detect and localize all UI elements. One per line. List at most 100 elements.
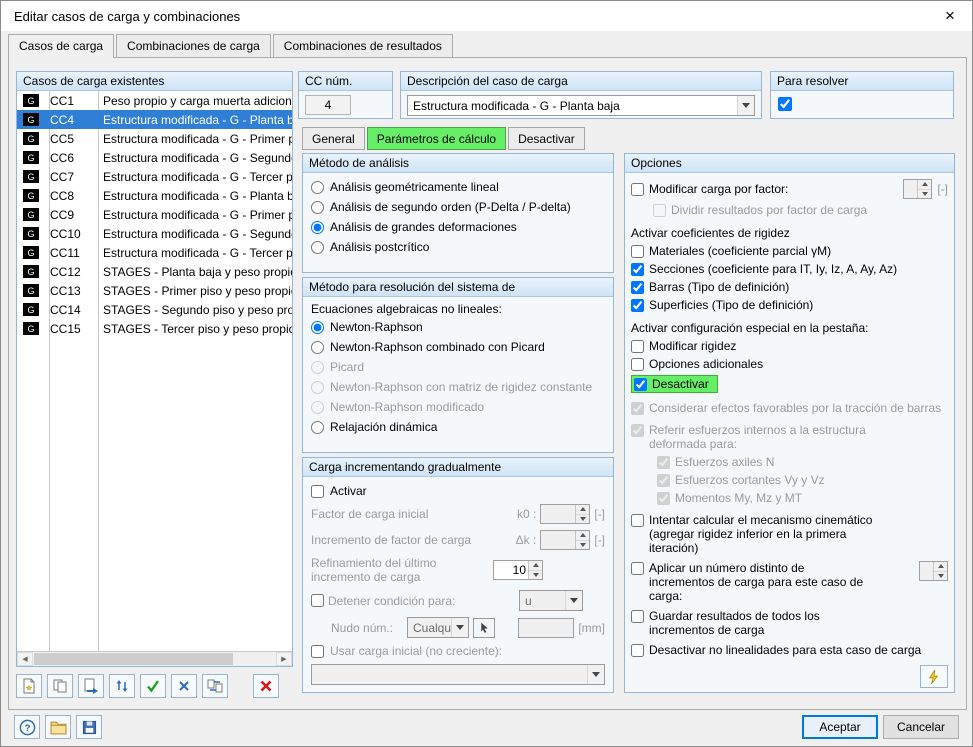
scroll-left-icon[interactable]: ◀ bbox=[17, 652, 33, 666]
load-case-row[interactable]: G CC5 Estructura modificada - G - Primer… bbox=[17, 129, 292, 148]
delete-values-button[interactable] bbox=[171, 674, 197, 698]
apply-check-button[interactable] bbox=[140, 674, 166, 698]
tab-desactivar[interactable]: Desactivar bbox=[508, 127, 585, 150]
scrollbar-track[interactable] bbox=[33, 652, 276, 666]
delete-load-case-button[interactable] bbox=[253, 674, 279, 698]
radio-button[interactable] bbox=[311, 200, 324, 214]
load-case-row[interactable]: G CC13 STAGES - Primer piso y peso propi… bbox=[17, 281, 292, 300]
spin-down-icon bbox=[576, 540, 590, 549]
analysis-method-option[interactable]: Análisis de segundo orden (P-Delta / P-d… bbox=[303, 197, 613, 217]
aplicar-incrementos-label: Aplicar un número distinto de incremento… bbox=[649, 561, 864, 603]
radio-button[interactable] bbox=[311, 220, 324, 234]
activar-row[interactable]: Activar bbox=[303, 481, 613, 501]
load-case-row[interactable]: G CC15 STAGES - Tercer piso y peso propi… bbox=[17, 319, 292, 338]
load-case-description: STAGES - Segundo piso y peso propio bbox=[103, 302, 292, 317]
scrollbar-thumb[interactable] bbox=[34, 653, 234, 665]
load-case-row[interactable]: G CC10 Estructura modificada - G - Segun… bbox=[17, 224, 292, 243]
analysis-method-option[interactable]: Análisis geométricamente lineal bbox=[303, 177, 613, 197]
save-button[interactable] bbox=[76, 715, 102, 739]
load-case-row[interactable]: G CC12 STAGES - Planta baja y peso propi… bbox=[17, 262, 292, 281]
refinamiento-input[interactable] bbox=[494, 561, 528, 579]
cancelar-button[interactable]: Cancelar bbox=[883, 715, 959, 739]
solver-method-option[interactable]: Picard bbox=[303, 357, 613, 377]
descripcion-header: Descripción del caso de carga bbox=[401, 72, 761, 91]
load-case-row[interactable]: G CC14 STAGES - Segundo piso y peso prop… bbox=[17, 300, 292, 319]
new-load-case-button[interactable] bbox=[16, 674, 42, 698]
close-button[interactable]: × bbox=[928, 1, 972, 31]
transfer-load-cases-button[interactable] bbox=[202, 674, 228, 698]
load-case-row[interactable]: G CC9 Estructura modificada - G - Primer… bbox=[17, 205, 292, 224]
barras-checkbox[interactable] bbox=[631, 281, 644, 294]
footer-bar: ? Aceptar Cancelar bbox=[1, 708, 972, 746]
inner-tabstrip: General Parámetros de cálculo Desactivar bbox=[302, 127, 587, 150]
secciones-checkbox[interactable] bbox=[631, 263, 644, 276]
materiales-label: Materiales (coeficiente parcial γM) bbox=[649, 244, 832, 258]
usar-carga-row[interactable]: Usar carga inicial (no creciente): bbox=[303, 641, 613, 661]
aplicar-incrementos-checkbox[interactable] bbox=[631, 562, 644, 575]
aceptar-button[interactable]: Aceptar bbox=[802, 715, 878, 739]
open-button[interactable] bbox=[45, 715, 71, 739]
factor-inicial-unit: [-] bbox=[594, 507, 605, 521]
radio-button[interactable] bbox=[311, 420, 324, 434]
spin-down-icon bbox=[934, 571, 947, 580]
radio-button[interactable] bbox=[311, 340, 324, 354]
materiales-checkbox[interactable] bbox=[631, 245, 644, 258]
desactivar-checkbox[interactable] bbox=[634, 378, 647, 391]
analysis-method-option[interactable]: Análisis de grandes deformaciones bbox=[303, 217, 613, 237]
copy-load-case-button[interactable] bbox=[47, 674, 73, 698]
spin-down-icon[interactable] bbox=[529, 570, 542, 579]
calculation-parameters-button[interactable] bbox=[920, 665, 948, 688]
activar-checkbox[interactable] bbox=[311, 484, 324, 498]
solver-method-option[interactable]: Newton-Raphson combinado con Picard bbox=[303, 337, 613, 357]
pick-node-button[interactable] bbox=[473, 617, 495, 638]
para-resolver-checkbox[interactable] bbox=[778, 97, 792, 111]
opciones-adicionales-checkbox[interactable] bbox=[631, 358, 644, 371]
horizontal-scrollbar[interactable]: ◀ ▶ bbox=[17, 651, 292, 666]
chevron-down-icon[interactable] bbox=[737, 96, 754, 115]
scroll-right-icon[interactable]: ▶ bbox=[276, 652, 292, 666]
desactivar-no-linealidades-checkbox[interactable] bbox=[631, 644, 644, 657]
tab-general[interactable]: General bbox=[302, 127, 365, 150]
load-case-id: CC15 bbox=[50, 321, 81, 336]
modificar-rigidez-checkbox[interactable] bbox=[631, 340, 644, 353]
edit-load-case-button[interactable] bbox=[78, 674, 104, 698]
analysis-method-option[interactable]: Análisis postcrítico bbox=[303, 237, 613, 257]
load-case-type-icon: G bbox=[23, 322, 39, 335]
momentos-label: Momentos My, Mz y MT bbox=[675, 491, 803, 505]
detener-combobox: u bbox=[519, 590, 583, 611]
tab-parametros-de-calculo[interactable]: Parámetros de cálculo bbox=[366, 127, 507, 150]
descripcion-combobox[interactable]: Estructura modificada - G - Planta baja bbox=[407, 95, 755, 116]
radio-button[interactable] bbox=[311, 180, 324, 194]
tab-combinaciones-de-resultados[interactable]: Combinaciones de resultados bbox=[272, 34, 453, 57]
load-case-row[interactable]: G CC7 Estructura modificada - G - Tercer… bbox=[17, 167, 292, 186]
solver-method-option[interactable]: Newton-Raphson con matriz de rigidez con… bbox=[303, 377, 613, 397]
modificar-carga-checkbox[interactable] bbox=[631, 183, 644, 196]
spin-up-icon[interactable] bbox=[529, 561, 542, 571]
solver-method-option[interactable]: Newton-Raphson bbox=[303, 317, 613, 337]
incremento-unit: [-] bbox=[594, 533, 605, 547]
guardar-resultados-checkbox[interactable] bbox=[631, 610, 644, 623]
load-case-row[interactable]: G CC1 Peso propio y carga muerta adicion… bbox=[17, 91, 292, 110]
solver-method-option[interactable]: Relajación dinámica bbox=[303, 417, 613, 437]
detener-checkbox[interactable] bbox=[311, 594, 324, 607]
superficies-checkbox[interactable] bbox=[631, 299, 644, 312]
radio-button[interactable] bbox=[311, 240, 324, 254]
refinamiento-spinner[interactable] bbox=[493, 560, 543, 580]
renumber-load-cases-button[interactable] bbox=[109, 674, 135, 698]
tab-combinaciones-de-carga[interactable]: Combinaciones de carga bbox=[116, 34, 271, 57]
usar-carga-checkbox[interactable] bbox=[311, 644, 324, 658]
metodo-resolucion-header: Método para resolución del sistema de bbox=[303, 278, 613, 297]
carga-incremental-header: Carga incrementando gradualmente bbox=[303, 458, 613, 477]
mecanismo-cinematico-checkbox[interactable] bbox=[631, 514, 644, 527]
load-case-row[interactable]: G CC4 Estructura modificada - G - Planta… bbox=[17, 110, 292, 129]
load-case-row[interactable]: G CC8 Estructura modificada - G - Planta… bbox=[17, 186, 292, 205]
load-case-row[interactable]: G CC11 Estructura modificada - G - Terce… bbox=[17, 243, 292, 262]
title-bar: Editar casos de carga y combinaciones × bbox=[1, 1, 972, 31]
help-button[interactable]: ? bbox=[14, 715, 40, 739]
tab-casos-de-carga[interactable]: Casos de carga bbox=[8, 34, 115, 58]
load-case-row[interactable]: G CC6 Estructura modificada - G - Segund… bbox=[17, 148, 292, 167]
coef-rigidez-label: Activar coeficientes de rigidez bbox=[631, 226, 790, 240]
radio-button[interactable] bbox=[311, 320, 324, 334]
load-case-type-icon: G bbox=[23, 113, 39, 126]
solver-method-option[interactable]: Newton-Raphson modificado bbox=[303, 397, 613, 417]
